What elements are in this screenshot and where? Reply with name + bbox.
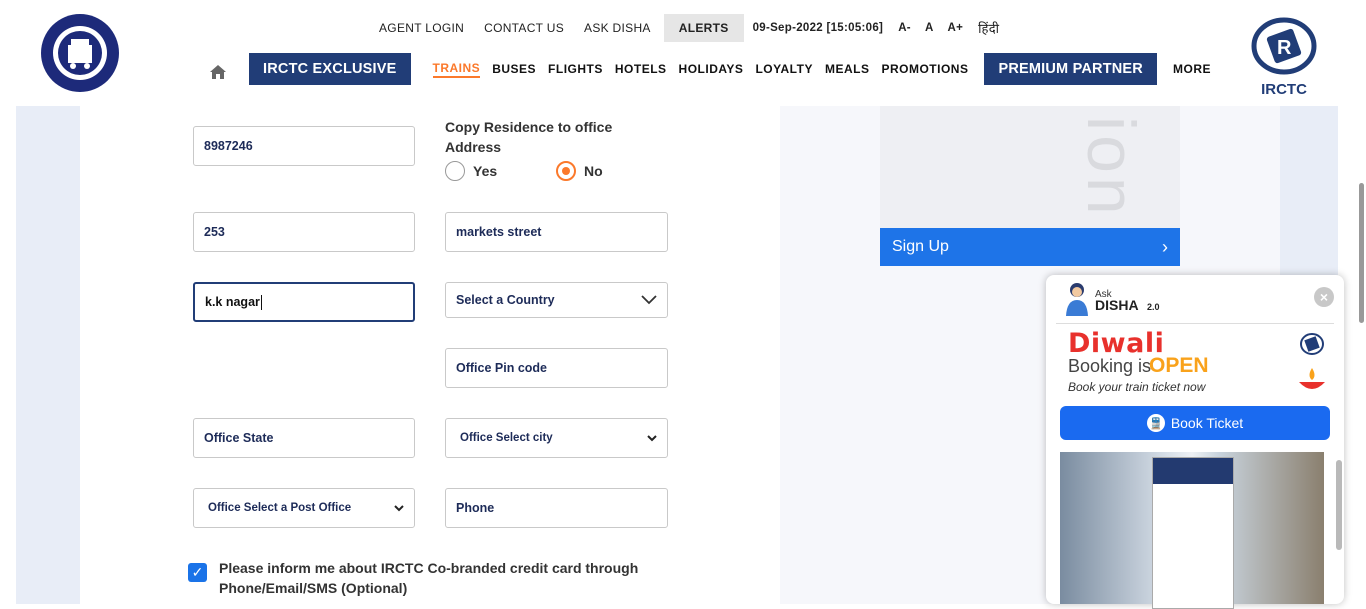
country-select-label: Select a Country [456,293,555,307]
area-input[interactable]: k.k nagar [193,282,415,322]
alerts-button[interactable]: ALERTS [663,14,744,42]
office-city-select[interactable]: Office Select city [445,418,668,458]
ad-brand-text: ion [1073,116,1149,219]
consent-label: Please inform me about IRCTC Co-branded … [219,560,639,596]
premium-partner-button[interactable]: PREMIUM PARTNER [984,53,1157,85]
consent-checkbox[interactable]: ✓ [188,563,207,582]
radio-no-label: No [584,163,603,179]
agent-login-link[interactable]: AGENT LOGIN [369,21,474,35]
irctc-exclusive-button[interactable]: IRCTC EXCLUSIVE [249,53,411,85]
book-ticket-button[interactable]: 🚆 Book Ticket [1060,406,1330,440]
nav-meals[interactable]: MEALS [819,62,876,76]
book-your-ticket-text: Book your train ticket now [1068,380,1206,394]
street-input[interactable]: markets street [445,212,668,252]
phone-mockup-image [1152,457,1234,609]
book-ticket-label: Book Ticket [1170,415,1244,431]
office-city-label: Office Select city [460,432,553,444]
close-icon[interactable]: × [1314,287,1334,307]
checkmark-icon: ✓ [191,564,204,580]
contact-us-link[interactable]: CONTACT US [474,21,574,35]
office-post-office-label: Office Select a Post Office [208,502,352,514]
radio-yes-label: Yes [473,163,498,179]
indian-railways-logo[interactable] [40,13,120,93]
country-select[interactable]: Select a Country [445,282,668,318]
disha-divider [1056,323,1334,324]
irctc-diya-icon [1299,333,1325,389]
disha-video-preview[interactable] [1060,452,1324,609]
train-icon: 🚆 [1146,414,1165,432]
font-decrease-button[interactable]: A- [891,22,918,34]
chevron-right-icon: › [1162,236,1168,257]
nav-buses[interactable]: BUSES [486,62,542,76]
irctc-emblem-icon: R [1251,17,1317,75]
nav-holidays[interactable]: HOLIDAYS [673,62,750,76]
disha-avatar-icon [1066,283,1088,316]
top-links-bar: AGENT LOGIN CONTACT US ASK DISHA ALERTS … [369,14,999,42]
datetime-display: 09-Sep-2022 [15:05:06] [752,22,884,34]
radio-no-circle[interactable] [556,161,576,181]
office-phone-input[interactable]: Phone [445,488,668,528]
nav-hotels[interactable]: HOTELS [609,62,673,76]
area-value: k.k nagar [205,295,260,309]
page-scrollbar-track[interactable] [1356,106,1366,604]
disha-version-text: 2.0 [1147,302,1160,312]
open-text: OPEN [1149,354,1209,377]
nav-more[interactable]: MORE [1167,62,1217,76]
ad-banner-image[interactable]: ion [880,106,1180,228]
radio-yes[interactable]: Yes [445,161,497,181]
chevron-down-icon [394,504,404,511]
signup-button[interactable]: Sign Up › [880,228,1180,266]
nav-loyalty[interactable]: LOYALTY [749,62,819,76]
chevron-down-icon [647,434,657,441]
office-pincode-input[interactable]: Office Pin code [445,348,668,388]
disha-name-text: DISHA [1095,297,1139,313]
svg-text:R: R [1277,37,1292,59]
home-icon[interactable] [207,61,229,83]
booking-is-text: Booking is [1068,356,1152,376]
flat-number-input[interactable]: 253 [193,212,415,252]
chevron-down-icon [641,295,657,305]
residence-phone-input[interactable]: 8987246 [193,126,415,166]
office-post-office-select[interactable]: Office Select a Post Office [193,488,415,528]
nav-flights[interactable]: FLIGHTS [542,62,609,76]
nav-promotions[interactable]: PROMOTIONS [875,62,974,76]
ask-disha-link[interactable]: ASK DISHA [574,21,661,35]
radio-no[interactable]: No [556,161,603,181]
hindi-language-link[interactable]: हिंदी [970,19,999,37]
copy-address-label: Copy Residence to office Address [445,119,613,155]
disha-scrollbar-thumb[interactable] [1336,460,1342,550]
nav-trains[interactable]: TRAINS [432,61,481,78]
font-normal-button[interactable]: A [918,22,941,34]
irctc-logo-text: IRCTC [1261,81,1307,98]
irctc-logo[interactable]: R IRCTC [1246,12,1322,98]
office-state-input[interactable]: Office State [193,418,415,458]
main-nav: IRCTC EXCLUSIVE TRAINS BUSES FLIGHTS HOT… [207,53,1217,85]
page-scrollbar-thumb[interactable] [1359,183,1364,323]
site-header: AGENT LOGIN CONTACT US ASK DISHA ALERTS … [0,0,1366,106]
page-left-gutter [16,106,80,604]
signup-label: Sign Up [892,238,949,255]
radio-yes-circle[interactable] [445,161,465,181]
font-increase-button[interactable]: A+ [941,22,971,34]
text-cursor [260,294,262,310]
